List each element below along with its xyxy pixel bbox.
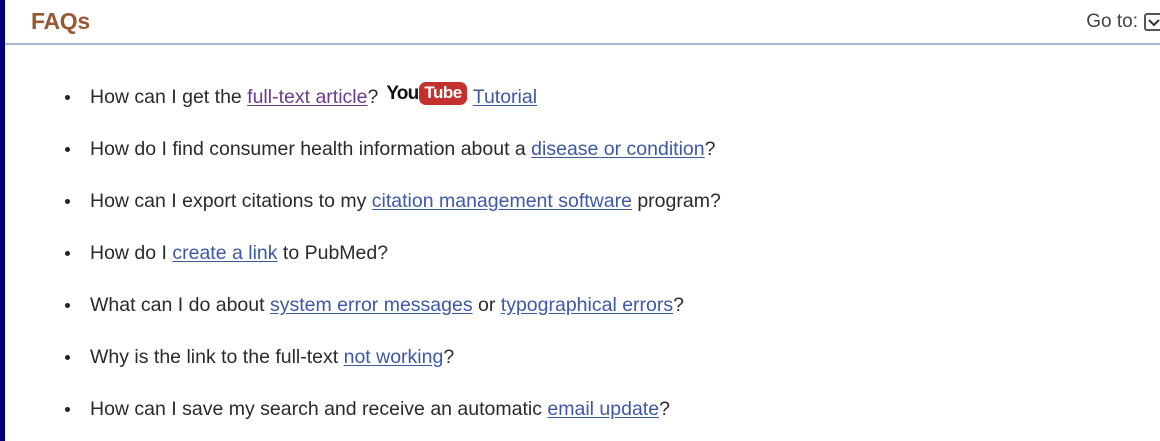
faq-item-create-link: How do I create a link to PubMed?	[65, 242, 388, 265]
faq-item-errors: What can I do about system error message…	[65, 294, 684, 317]
youtube-you-text: You	[386, 82, 419, 104]
bullet-icon	[65, 407, 70, 412]
bullet-icon	[65, 199, 70, 204]
create-link-link[interactable]: create a link	[172, 242, 277, 265]
bullet-icon	[65, 303, 70, 308]
system-error-messages-link[interactable]: system error messages	[270, 294, 473, 317]
typographical-errors-link[interactable]: typographical errors	[501, 294, 673, 317]
faq-text: How do I	[90, 242, 173, 264]
faq-text: ?	[367, 86, 379, 108]
faq-item-full-text: How can I get the full-text article ? Yo…	[65, 82, 537, 109]
faq-item-export-citations: How can I export citations to my citatio…	[65, 190, 721, 213]
page-frame: FAQs Go to: How can I get the full-text …	[5, 0, 1160, 441]
faq-text: How can I get the	[90, 86, 248, 108]
faq-item-consumer-health: How do I find consumer health informatio…	[65, 138, 715, 161]
not-working-link[interactable]: not working	[344, 346, 444, 369]
faq-text: Why is the link to the full-text	[90, 346, 344, 368]
faq-text: ?	[443, 346, 455, 368]
page-title: FAQs	[31, 8, 90, 34]
faq-text: program?	[631, 190, 721, 212]
faq-text: How can I export citations to my	[90, 190, 372, 212]
faq-text: ?	[704, 138, 716, 160]
bullet-icon	[65, 95, 70, 100]
email-update-link[interactable]: email update	[547, 398, 659, 421]
full-text-article-link[interactable]: full-text article	[247, 86, 367, 109]
faq-header: FAQs Go to:	[5, 0, 1160, 45]
faq-item-email-update: How can I save my search and receive an …	[65, 398, 670, 421]
youtube-logo-icon[interactable]: You Tube	[386, 82, 467, 105]
faq-text: or	[472, 294, 501, 316]
faq-text: What can I do about	[90, 294, 270, 316]
bullet-icon	[65, 251, 70, 256]
dropdown-check-icon[interactable]	[1144, 13, 1160, 31]
disease-condition-link[interactable]: disease or condition	[531, 138, 704, 161]
faq-text: ?	[659, 398, 670, 420]
youtube-tube-text: Tube	[419, 82, 467, 105]
goto-label: Go to:	[1086, 11, 1138, 32]
faq-item-not-working: Why is the link to the full-text not wor…	[65, 346, 454, 369]
tutorial-link[interactable]: Tutorial	[473, 86, 537, 109]
citation-software-link[interactable]: citation management software	[372, 190, 632, 213]
faq-text: to PubMed?	[277, 242, 389, 264]
faq-text: How can I save my search and receive an …	[90, 398, 548, 420]
faq-text: How do I find consumer health informatio…	[90, 138, 532, 160]
bullet-icon	[65, 147, 70, 152]
goto-menu[interactable]: Go to:	[1086, 11, 1160, 33]
bullet-icon	[65, 355, 70, 360]
faq-text: ?	[673, 294, 684, 316]
